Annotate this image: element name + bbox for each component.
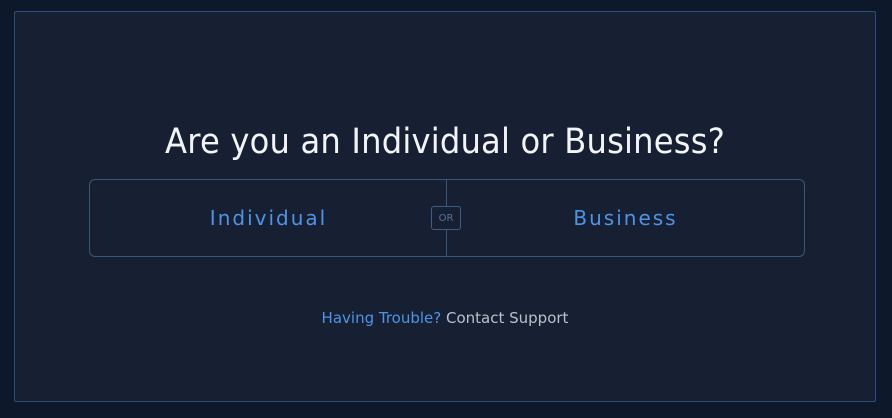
business-button[interactable]: Business — [447, 180, 804, 256]
page-title: Are you an Individual or Business? — [165, 122, 725, 162]
support-line: Having Trouble? Contact Support — [15, 309, 875, 327]
account-type-panel: Are you an Individual or Business? Indiv… — [14, 11, 876, 402]
or-badge: OR — [431, 206, 461, 230]
page-background: Are you an Individual or Business? Indiv… — [0, 0, 892, 418]
account-type-selector: Individual Business OR — [89, 179, 805, 257]
contact-support-link[interactable]: Contact Support — [446, 309, 568, 327]
having-trouble-link[interactable]: Having Trouble? — [322, 309, 442, 327]
individual-button[interactable]: Individual — [90, 180, 447, 256]
